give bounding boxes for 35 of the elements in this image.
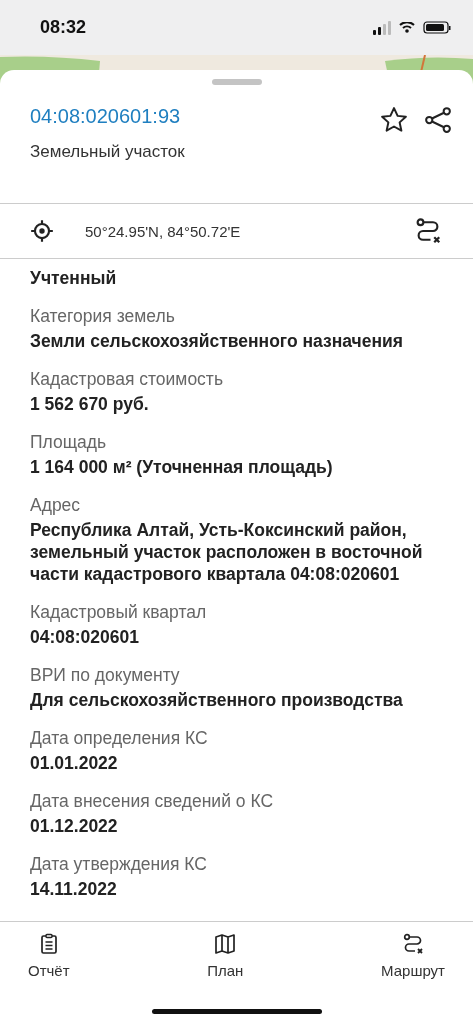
field-value: 01.01.2022 [30,752,119,774]
field-value: Учтенный [30,267,118,289]
field-value: 14.11.2022 [30,878,118,900]
cadastral-number: 04:08:020601:93 [30,105,182,128]
field-label: Дата определения КС [30,728,209,749]
field-label: Кадастровый квартал [30,602,208,623]
share-icon[interactable] [423,105,453,135]
location-target-icon[interactable] [29,218,55,244]
coordinates: 50°24.95'N, 84°50.72'E [85,222,242,240]
field-value: 04:08:020601 [30,626,140,648]
route-icon [401,932,426,956]
field-label: Дата внесения сведений о КС [30,791,275,812]
object-type: Земельный участок [30,142,186,162]
map-icon [213,932,238,956]
drag-handle[interactable] [211,79,262,85]
field-value: Земли сельскохозяйственного назначения [30,330,404,352]
wifi-icon [399,21,415,34]
field-value: 01.12.2022 [30,815,119,837]
field-label: Адрес [30,495,82,516]
route-tab[interactable]: Маршрут [381,932,445,979]
field-value: Для сельскохозяйственного производства [30,689,404,711]
status-time: 08:32 [40,17,87,38]
field-value: 1 164 000 м² (Уточненная площадь) [30,456,334,478]
signal-icon [373,20,391,35]
report-tab[interactable]: Отчёт [28,932,70,979]
field-value: Республика Алтай, Усть-Коксинский район, земельный участок расположен в восточной части кадастрового квартала 04:08:020601 [30,519,424,585]
field-value: 1 562 670 руб. [30,393,150,415]
field-label: Площадь [30,432,108,453]
field-label: Дата утверждения КС [30,854,208,875]
plan-tab[interactable]: План [207,932,244,979]
field-label: ВРИ по документу [30,665,181,686]
battery-icon [423,21,451,34]
field-label: Кадастровая стоимость [30,369,224,390]
field-label: Категория земель [30,306,176,327]
star-icon[interactable] [379,105,409,135]
